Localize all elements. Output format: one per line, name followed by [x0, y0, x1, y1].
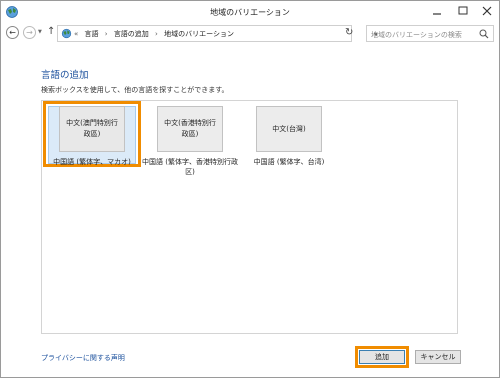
breadcrumb: « 言語 › 言語の追加 › 地域のバリエーション — [74, 29, 234, 39]
back-button[interactable]: ← — [6, 26, 19, 39]
language-tile-hong-kong[interactable]: 中文(香港特別行政區) 中国語 (繁体字、香港特別行政区) — [142, 106, 238, 177]
cancel-button[interactable]: キャンセル — [415, 350, 461, 364]
chevron-right-icon[interactable]: › — [105, 30, 108, 38]
language-tile-macau[interactable]: 中文(澳門特別行政區) 中国語 (繁体字、マカオ) — [44, 106, 140, 167]
language-name: 中国語 (繁体字、香港特別行政区) — [142, 158, 238, 176]
search-icon[interactable] — [479, 29, 489, 41]
title-bar: 地域のバリエーション — [1, 1, 499, 23]
language-native-name: 中文(台灣) — [272, 124, 306, 133]
page-description: 検索ボックスを使用して、他の言語を探すことができます。 — [41, 86, 229, 94]
language-native-name: 中文(香港特別行政區) — [164, 119, 216, 138]
breadcrumb-item-regional-variants[interactable]: 地域のバリエーション — [164, 30, 234, 38]
chevron-right-icon[interactable]: › — [155, 30, 158, 38]
minimize-button[interactable] — [424, 1, 450, 21]
navigation-bar: ← → ▼ ↑ « 言語 › 言語の追加 › 地域のバリエーション ▼ ↻ 地域… — [1, 23, 499, 45]
privacy-link[interactable]: プライバシーに関する声明 — [41, 353, 125, 363]
address-bar[interactable]: « 言語 › 言語の追加 › 地域のバリエーション ▼ — [57, 25, 378, 42]
up-arrow-icon[interactable]: ↑ — [47, 26, 55, 37]
close-button[interactable] — [476, 1, 498, 21]
window: 地域のバリエーション ← → ▼ ↑ « 言語 › 言語の追加 › 地域のバリエ… — [0, 0, 500, 378]
language-tile-box: 中文(澳門特別行政區) — [59, 106, 125, 152]
add-button[interactable]: 追加 — [359, 350, 405, 364]
language-tile-box: 中文(台灣) — [256, 106, 322, 152]
language-name: 中国語 (繁体字、台湾) — [253, 158, 325, 166]
search-input[interactable]: 地域のバリエーションの検索 — [366, 25, 494, 42]
language-tile-taiwan[interactable]: 中文(台灣) 中国語 (繁体字、台湾) — [241, 106, 337, 167]
overflow-icon[interactable]: « — [74, 30, 78, 38]
page-title: 言語の追加 — [41, 70, 89, 81]
back-arrow-icon: ← — [9, 28, 16, 37]
breadcrumb-item-add-language[interactable]: 言語の追加 — [114, 30, 149, 38]
maximize-button[interactable] — [450, 1, 476, 21]
forward-button[interactable]: → — [23, 26, 36, 39]
chevron-down-icon[interactable]: ▼ — [38, 29, 42, 35]
language-tile-box: 中文(香港特別行政區) — [157, 106, 223, 152]
globe-icon — [61, 28, 72, 41]
forward-arrow-icon: → — [26, 28, 33, 37]
breadcrumb-item-language[interactable]: 言語 — [85, 30, 99, 38]
language-native-name: 中文(澳門特別行政區) — [66, 119, 118, 138]
refresh-icon[interactable]: ↻ — [345, 27, 353, 38]
language-name: 中国語 (繁体字、マカオ) — [53, 158, 131, 166]
search-placeholder: 地域のバリエーションの検索 — [371, 31, 462, 39]
